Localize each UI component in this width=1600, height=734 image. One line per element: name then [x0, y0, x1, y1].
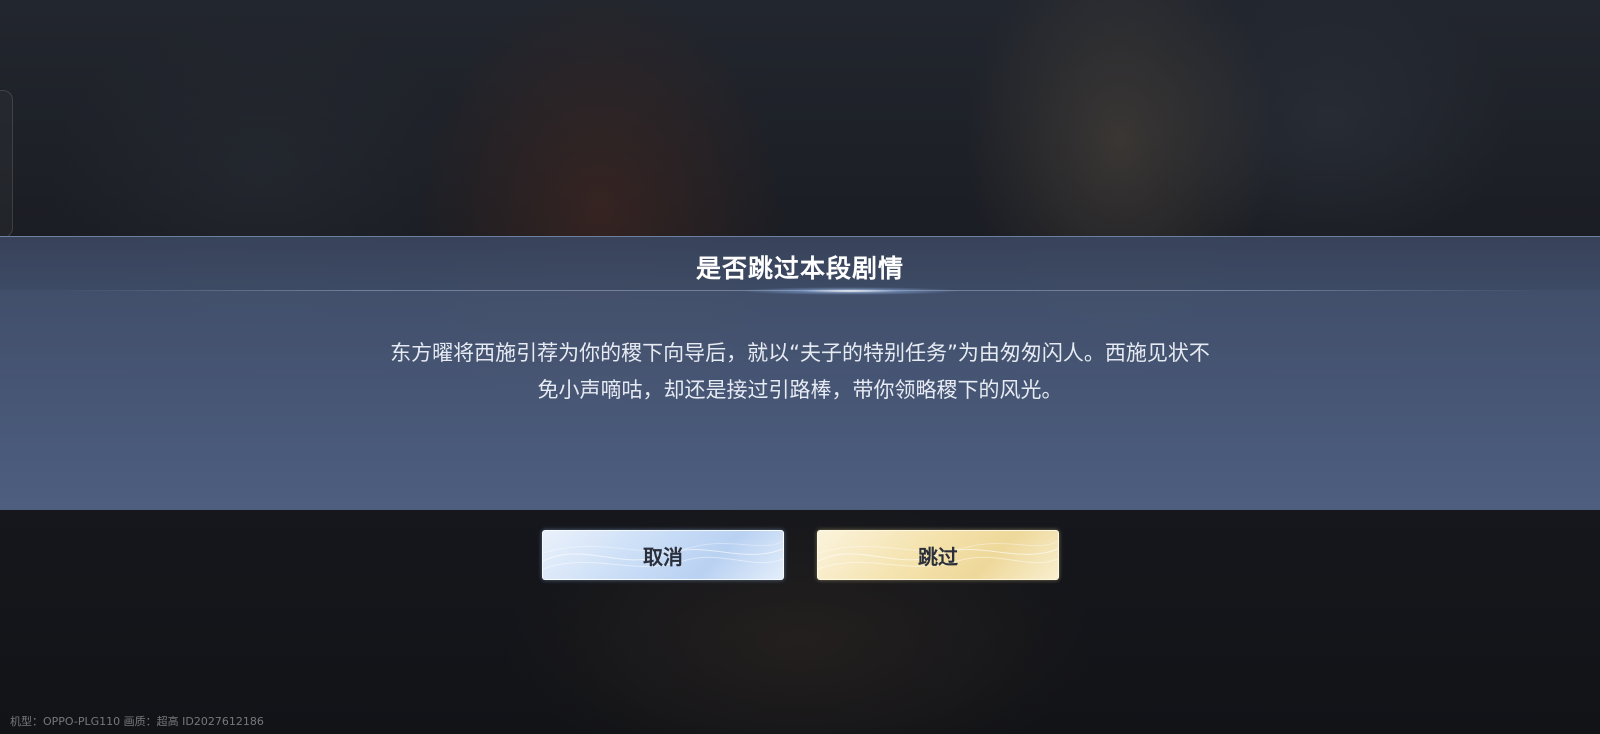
dialog-message-line-2: 免小声嘀咕，却还是接过引路棒，带你领略稷下的风光。 [537, 378, 1063, 402]
device-info-watermark: 机型：OPPO-PLG110 画质：超高 ID2027612186 [10, 715, 264, 728]
title-glow-decoration [740, 287, 960, 295]
side-panel-handle[interactable] [0, 90, 13, 238]
skip-button-label: 跳过 [918, 544, 958, 569]
game-screen: 是否跳过本段剧情 东方曜将西施引荐为你的稷下向导后，就以“夫子的特别任务”为由匆… [0, 0, 1600, 734]
dialog-title: 是否跳过本段剧情 [695, 254, 904, 283]
dialog-message-line-1: 东方曜将西施引荐为你的稷下向导后，就以“夫子的特别任务”为由匆匆闪人。西施见状不 [390, 341, 1210, 365]
cancel-button[interactable]: 取消 [542, 530, 784, 580]
skip-story-dialog: 是否跳过本段剧情 东方曜将西施引荐为你的稷下向导后，就以“夫子的特别任务”为由匆… [0, 236, 1600, 510]
cancel-button-label: 取消 [643, 544, 683, 569]
skip-button[interactable]: 跳过 [817, 530, 1059, 580]
dialog-message: 东方曜将西施引荐为你的稷下向导后，就以“夫子的特别任务”为由匆匆闪人。西施见状不… [300, 335, 1300, 409]
